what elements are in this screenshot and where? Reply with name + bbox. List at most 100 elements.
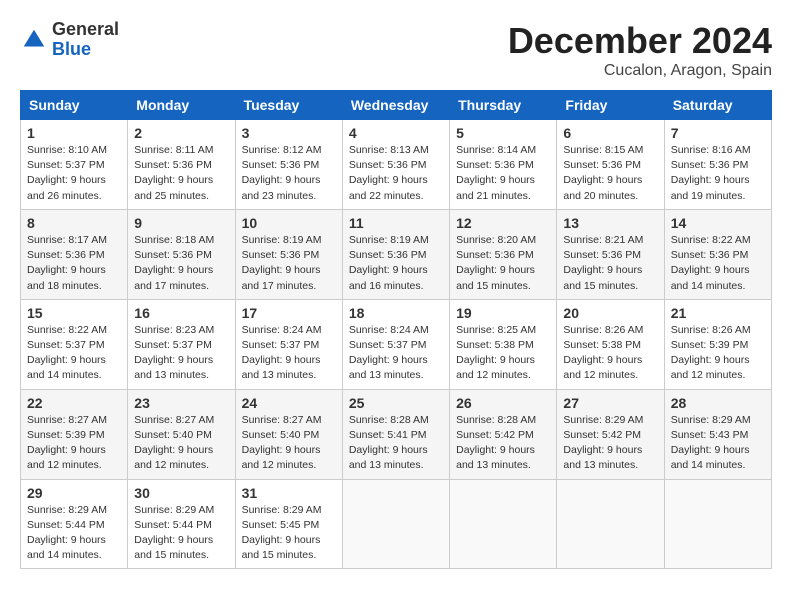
day-number: 1 — [27, 125, 121, 141]
day-number: 22 — [27, 395, 121, 411]
day-number: 16 — [134, 305, 228, 321]
day-info: Sunrise: 8:11 AMSunset: 5:36 PMDaylight:… — [134, 143, 228, 204]
day-number: 26 — [456, 395, 550, 411]
day-number: 19 — [456, 305, 550, 321]
calendar-cell — [664, 479, 771, 569]
day-info: Sunrise: 8:29 AMSunset: 5:42 PMDaylight:… — [563, 413, 657, 474]
calendar-cell: 20 Sunrise: 8:26 AMSunset: 5:38 PMDayligh… — [557, 299, 664, 389]
calendar-cell — [342, 479, 449, 569]
calendar-cell: 3 Sunrise: 8:12 AMSunset: 5:36 PMDaylight… — [235, 120, 342, 210]
day-info: Sunrise: 8:22 AMSunset: 5:36 PMDaylight:… — [671, 233, 765, 294]
day-number: 28 — [671, 395, 765, 411]
calendar-cell: 5Sunrise: 8:14 AMSunset: 5:36 PMDaylight… — [450, 120, 557, 210]
day-number: 27 — [563, 395, 657, 411]
day-info: Sunrise: 8:23 AMSunset: 5:37 PMDaylight:… — [134, 323, 228, 384]
day-header-friday: Friday — [557, 91, 664, 120]
calendar-cell: 31Sunrise: 8:29 AMSunset: 5:45 PMDayligh… — [235, 479, 342, 569]
logo-general-text: General — [52, 19, 119, 39]
calendar-cell: 18 Sunrise: 8:24 AMSunset: 5:37 PMDayligh… — [342, 299, 449, 389]
calendar-header-row: SundayMondayTuesdayWednesdayThursdayFrid… — [21, 91, 772, 120]
day-header-wednesday: Wednesday — [342, 91, 449, 120]
calendar-cell: 26 Sunrise: 8:28 AMSunset: 5:42 PMDayligh… — [450, 389, 557, 479]
title-block: December 2024 Cucalon, Aragon, Spain — [508, 20, 772, 80]
day-info: Sunrise: 8:21 AMSunset: 5:36 PMDaylight:… — [563, 233, 657, 294]
day-number: 15 — [27, 305, 121, 321]
day-number: 2 — [134, 125, 228, 141]
day-info: Sunrise: 8:25 AMSunset: 5:38 PMDaylight:… — [456, 323, 550, 384]
day-number: 6 — [563, 125, 657, 141]
calendar-week-row: 29 Sunrise: 8:29 AMSunset: 5:44 PMDayligh… — [21, 479, 772, 569]
day-number: 23 — [134, 395, 228, 411]
calendar-cell: 7Sunrise: 8:16 AMSunset: 5:36 PMDaylight… — [664, 120, 771, 210]
day-number: 18 — [349, 305, 443, 321]
calendar-cell: 21 Sunrise: 8:26 AMSunset: 5:39 PMDayligh… — [664, 299, 771, 389]
calendar-cell: 13 Sunrise: 8:21 AMSunset: 5:36 PMDayligh… — [557, 209, 664, 299]
day-info: Sunrise: 8:19 AMSunset: 5:36 PMDaylight:… — [349, 233, 443, 294]
day-header-saturday: Saturday — [664, 91, 771, 120]
day-info: Sunrise: 8:28 AMSunset: 5:42 PMDaylight:… — [456, 413, 550, 474]
day-number: 17 — [242, 305, 336, 321]
day-info: Sunrise: 8:24 AMSunset: 5:37 PMDaylight:… — [349, 323, 443, 384]
calendar-cell: 19 Sunrise: 8:25 AMSunset: 5:38 PMDayligh… — [450, 299, 557, 389]
calendar-week-row: 8Sunrise: 8:17 AMSunset: 5:36 PMDaylight… — [21, 209, 772, 299]
day-info: Sunrise: 8:27 AMSunset: 5:40 PMDaylight:… — [134, 413, 228, 474]
calendar-cell: 17 Sunrise: 8:24 AMSunset: 5:37 PMDayligh… — [235, 299, 342, 389]
calendar-cell: 2 Sunrise: 8:11 AMSunset: 5:36 PMDaylight… — [128, 120, 235, 210]
day-info: Sunrise: 8:14 AMSunset: 5:36 PMDaylight:… — [456, 143, 550, 204]
day-number: 12 — [456, 215, 550, 231]
day-info: Sunrise: 8:29 AMSunset: 5:43 PMDaylight:… — [671, 413, 765, 474]
page-header: General Blue December 2024 Cucalon, Arag… — [20, 20, 772, 80]
calendar-cell: 24Sunrise: 8:27 AMSunset: 5:40 PMDayligh… — [235, 389, 342, 479]
day-number: 11 — [349, 215, 443, 231]
calendar-cell — [557, 479, 664, 569]
calendar-cell: 30 Sunrise: 8:29 AMSunset: 5:44 PMDayligh… — [128, 479, 235, 569]
day-number: 8 — [27, 215, 121, 231]
calendar-cell: 28 Sunrise: 8:29 AMSunset: 5:43 PMDayligh… — [664, 389, 771, 479]
day-info: Sunrise: 8:29 AMSunset: 5:44 PMDaylight:… — [27, 503, 121, 564]
day-info: Sunrise: 8:16 AMSunset: 5:36 PMDaylight:… — [671, 143, 765, 204]
calendar-cell: 8Sunrise: 8:17 AMSunset: 5:36 PMDaylight… — [21, 209, 128, 299]
day-info: Sunrise: 8:29 AMSunset: 5:45 PMDaylight:… — [242, 503, 336, 564]
calendar-cell: 23 Sunrise: 8:27 AMSunset: 5:40 PMDayligh… — [128, 389, 235, 479]
day-number: 21 — [671, 305, 765, 321]
calendar-cell: 29 Sunrise: 8:29 AMSunset: 5:44 PMDayligh… — [21, 479, 128, 569]
day-info: Sunrise: 8:24 AMSunset: 5:37 PMDaylight:… — [242, 323, 336, 384]
day-header-monday: Monday — [128, 91, 235, 120]
calendar-cell: 6Sunrise: 8:15 AMSunset: 5:36 PMDaylight… — [557, 120, 664, 210]
day-number: 25 — [349, 395, 443, 411]
day-number: 20 — [563, 305, 657, 321]
calendar-cell: 11 Sunrise: 8:19 AMSunset: 5:36 PMDayligh… — [342, 209, 449, 299]
day-info: Sunrise: 8:18 AMSunset: 5:36 PMDaylight:… — [134, 233, 228, 294]
calendar-cell: 12 Sunrise: 8:20 AMSunset: 5:36 PMDayligh… — [450, 209, 557, 299]
day-info: Sunrise: 8:20 AMSunset: 5:36 PMDaylight:… — [456, 233, 550, 294]
day-info: Sunrise: 8:10 AMSunset: 5:37 PMDaylight:… — [27, 143, 121, 204]
calendar-cell: 25Sunrise: 8:28 AMSunset: 5:41 PMDayligh… — [342, 389, 449, 479]
day-info: Sunrise: 8:29 AMSunset: 5:44 PMDaylight:… — [134, 503, 228, 564]
calendar-week-row: 15 Sunrise: 8:22 AMSunset: 5:37 PMDayligh… — [21, 299, 772, 389]
calendar-table: SundayMondayTuesdayWednesdayThursdayFrid… — [20, 90, 772, 569]
day-number: 4 — [349, 125, 443, 141]
day-header-tuesday: Tuesday — [235, 91, 342, 120]
logo-blue-text: Blue — [52, 39, 91, 59]
calendar-week-row: 22 Sunrise: 8:27 AMSunset: 5:39 PMDayligh… — [21, 389, 772, 479]
day-number: 3 — [242, 125, 336, 141]
month-title: December 2024 — [508, 20, 772, 62]
day-number: 30 — [134, 485, 228, 501]
calendar-cell: 9Sunrise: 8:18 AMSunset: 5:36 PMDaylight… — [128, 209, 235, 299]
day-info: Sunrise: 8:12 AMSunset: 5:36 PMDaylight:… — [242, 143, 336, 204]
logo: General Blue — [20, 20, 119, 60]
day-info: Sunrise: 8:22 AMSunset: 5:37 PMDaylight:… — [27, 323, 121, 384]
day-info: Sunrise: 8:26 AMSunset: 5:39 PMDaylight:… — [671, 323, 765, 384]
calendar-cell: 1 Sunrise: 8:10 AMSunset: 5:37 PMDaylight… — [21, 120, 128, 210]
day-info: Sunrise: 8:19 AMSunset: 5:36 PMDaylight:… — [242, 233, 336, 294]
calendar-week-row: 1 Sunrise: 8:10 AMSunset: 5:37 PMDaylight… — [21, 120, 772, 210]
day-info: Sunrise: 8:13 AMSunset: 5:36 PMDaylight:… — [349, 143, 443, 204]
day-number: 13 — [563, 215, 657, 231]
day-info: Sunrise: 8:26 AMSunset: 5:38 PMDaylight:… — [563, 323, 657, 384]
day-number: 29 — [27, 485, 121, 501]
location: Cucalon, Aragon, Spain — [508, 62, 772, 80]
day-info: Sunrise: 8:27 AMSunset: 5:39 PMDaylight:… — [27, 413, 121, 474]
logo-icon — [20, 26, 48, 54]
day-number: 24 — [242, 395, 336, 411]
day-header-thursday: Thursday — [450, 91, 557, 120]
